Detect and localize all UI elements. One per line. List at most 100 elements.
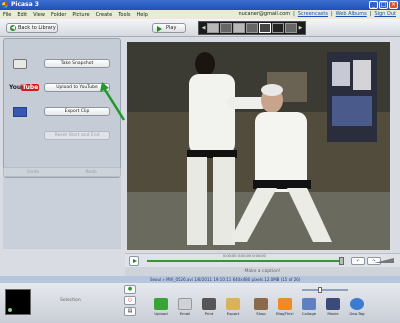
clear-icon[interactable]: ○ (124, 296, 136, 305)
toolbar: ◀ Back to Library Play ◀ ▶ (0, 19, 400, 37)
export-tool[interactable]: Export (222, 298, 244, 316)
volume-icon[interactable] (374, 257, 396, 265)
tray-hold-buttons: ● ○ ▤ (124, 285, 138, 319)
email-tool[interactable]: Email (174, 298, 196, 316)
zoom-slider[interactable] (296, 287, 356, 293)
blogger-icon (278, 298, 292, 310)
video-badge-icon (8, 308, 12, 312)
menu-help[interactable]: Help (137, 12, 148, 18)
sign-out-link[interactable]: Sign Out (374, 11, 396, 17)
picasa-logo-icon (2, 2, 8, 8)
blogthis-tool[interactable]: BlogThis! (274, 298, 296, 316)
account-area: nucaner@gmail.com | Screencasts | Web Al… (238, 11, 396, 17)
filmstrip-thumbnail-selected[interactable] (259, 23, 271, 33)
export-label: Export (226, 311, 240, 316)
filmstrip-thumbnail[interactable] (285, 23, 297, 33)
filmstrip-thumbnail[interactable] (207, 23, 219, 33)
shop-label: Shop (256, 311, 266, 316)
selection-label: Selection (60, 298, 81, 303)
status-bar: Seoul » MVI_0526.avi 1/8/2011 19:10:11 6… (0, 276, 400, 283)
tray-thumbnail[interactable] (5, 289, 31, 315)
play-icon (157, 26, 162, 32)
zoom-track (302, 289, 348, 291)
undo-button[interactable]: Undo (27, 170, 39, 175)
timeline-play-button[interactable] (129, 256, 139, 266)
menu-folder[interactable]: Folder (51, 12, 66, 18)
rotate-left-button[interactable]: ↶ (351, 257, 365, 265)
caption-field[interactable]: Make a caption! (125, 267, 400, 276)
shop-tool[interactable]: Shop (250, 298, 272, 316)
play-button[interactable]: Play (152, 23, 186, 33)
add-to-album-icon[interactable]: ▤ (124, 307, 136, 316)
shop-icon (254, 298, 268, 310)
menu-tools[interactable]: Tools (118, 12, 130, 18)
timeline-track[interactable] (147, 260, 343, 262)
left-panel-empty-area (3, 178, 121, 249)
karate-scene-image (127, 42, 390, 250)
menu-create[interactable]: Create (96, 12, 113, 18)
hold-icon[interactable]: ● (124, 285, 136, 294)
web-albums-link[interactable]: Web Albums (336, 11, 367, 17)
folder-icon (226, 298, 240, 310)
title-bar: Picasa 3 _ □ × (0, 0, 400, 10)
youtube-logo-icon: YouTube (9, 84, 40, 91)
video-timeline: 0:00:00 0:00:00 0:00:00 ↶ ↷ (125, 253, 400, 267)
upload-icon (154, 298, 168, 310)
filmstrip-thumbnail[interactable] (220, 23, 232, 33)
upload-label: Upload (154, 311, 168, 316)
filmstrip-thumbnail[interactable] (233, 23, 245, 33)
play-icon (133, 259, 137, 263)
print-tool[interactable]: Print (198, 298, 220, 316)
email-icon (178, 298, 192, 310)
time-readout: 0:00:00 0:00:00 0:00:00 (223, 254, 266, 258)
menu-picture[interactable]: Picture (72, 12, 89, 18)
maximize-button[interactable]: □ (379, 1, 388, 9)
undo-redo-bar: Undo Redo (3, 167, 121, 177)
collage-label: Collage (301, 311, 317, 316)
print-label: Print (204, 311, 214, 316)
menu-edit[interactable]: Edit (17, 12, 27, 18)
filmstrip-thumbnail[interactable] (272, 23, 284, 33)
camera-icon (13, 59, 27, 69)
window-controls: _ □ × (369, 1, 398, 9)
green-arrow-annotation (100, 82, 126, 121)
geotag-icon (350, 298, 364, 310)
collage-icon (302, 298, 316, 310)
upload-tool[interactable]: Upload (150, 298, 172, 316)
back-to-library-button[interactable]: ◀ Back to Library (6, 23, 58, 33)
movie-label: Movie (327, 311, 339, 316)
film-clip-icon (13, 107, 27, 117)
timeline-scrubber[interactable] (339, 257, 344, 265)
movie-tool[interactable]: Movie (322, 298, 344, 316)
menu-file[interactable]: File (3, 12, 11, 18)
reset-row: Reset Start and End (4, 129, 120, 143)
redo-button[interactable]: Redo (85, 170, 96, 175)
reset-start-end-button[interactable]: Reset Start and End (44, 131, 110, 140)
photo-tray: Selection ● ○ ▤ Upload Email Print Expor… (0, 283, 400, 323)
filmstrip-thumbnail[interactable] (246, 23, 258, 33)
screencasts-link[interactable]: Screencasts (298, 11, 328, 17)
menu-bar: File Edit View Folder Picture Create Too… (0, 10, 400, 19)
geotag-label: Geo-Tag (349, 311, 365, 316)
account-email: nucaner@gmail.com (238, 11, 291, 17)
collage-tool[interactable]: Collage (298, 298, 320, 316)
filmstrip-next-icon[interactable]: ▶ (298, 25, 303, 31)
movie-icon (326, 298, 340, 310)
take-snapshot-button[interactable]: Take Snapshot (44, 59, 110, 68)
geotag-tool[interactable]: Geo-Tag (346, 298, 368, 316)
back-to-library-label: Back to Library (18, 25, 56, 31)
back-arrow-icon: ◀ (10, 25, 16, 31)
email-label: Email (179, 311, 191, 316)
window-title: Picasa 3 (11, 1, 39, 8)
blogthis-label: BlogThis! (276, 311, 294, 316)
menu-view[interactable]: View (33, 12, 45, 18)
filmstrip-prev-icon[interactable]: ◀ (201, 25, 206, 31)
close-button[interactable]: × (389, 1, 398, 9)
minimize-button[interactable]: _ (369, 1, 378, 9)
zoom-knob[interactable] (318, 287, 322, 293)
video-frame[interactable] (127, 42, 390, 250)
snapshot-row: Take Snapshot (4, 57, 120, 71)
printer-icon (202, 298, 216, 310)
filmstrip: ◀ ▶ (198, 21, 306, 35)
play-label: Play (166, 25, 177, 31)
